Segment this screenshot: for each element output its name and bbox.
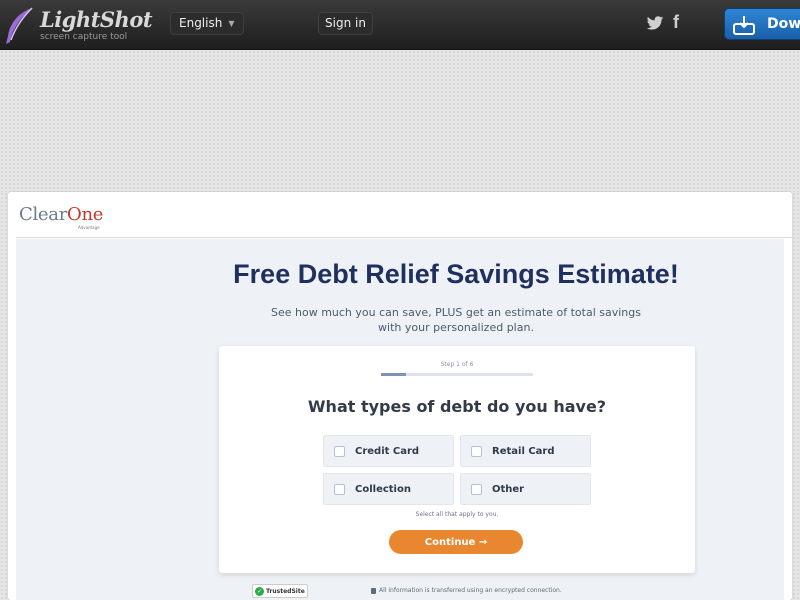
lightshot-topbar: LightShot screen capture tool English ▼ … [0, 0, 800, 50]
language-select[interactable]: English ▼ [170, 12, 244, 35]
chevron-down-icon: ▼ [228, 19, 235, 28]
screenshot-frame: ClearOne Advantage Free Debt Relief Savi… [8, 192, 792, 600]
site-header: ClearOne Advantage [16, 192, 792, 238]
facebook-icon[interactable]: f [673, 12, 679, 33]
option-label: Collection [355, 483, 411, 495]
progress-bar [381, 373, 533, 376]
lightshot-logo[interactable]: LightShot screen capture tool [2, 4, 153, 46]
lock-icon [371, 587, 376, 594]
checkbox[interactable] [471, 483, 482, 495]
select-hint: Select all that apply to you. [415, 511, 499, 518]
feather-icon [6, 7, 33, 44]
checkbox[interactable] [334, 445, 345, 457]
progress-fill [381, 373, 407, 376]
option-credit-card[interactable]: Credit Card [323, 435, 454, 467]
page-title: Free Debt Relief Savings Estimate! [233, 259, 679, 289]
download-icon [733, 16, 755, 35]
option-other[interactable]: Other [460, 473, 591, 505]
language-label: English [179, 16, 223, 30]
option-retail-card[interactable]: Retail Card [460, 435, 591, 467]
logo-subtitle: screen capture tool [40, 32, 128, 42]
question-title: What types of debt do you have? [307, 397, 607, 416]
option-collection[interactable]: Collection [323, 473, 454, 505]
brand-main: Clear [19, 204, 68, 225]
option-label: Other [492, 483, 525, 495]
background-pattern [0, 50, 800, 192]
main-content: Free Debt Relief Savings Estimate! See h… [16, 239, 784, 600]
continue-button[interactable]: Continue → [389, 530, 523, 554]
option-label: Credit Card [355, 445, 420, 457]
option-label: Retail Card [492, 445, 555, 457]
step-indicator: Step 1 of 6 [440, 361, 474, 368]
signin-button[interactable]: Sign in [318, 12, 373, 35]
secure-text: All information is transferred using an … [379, 587, 562, 594]
trustedsite-label: TrustedSite [266, 587, 305, 595]
page-subtitle: See how much you can save, PLUS get an e… [270, 306, 641, 334]
twitter-icon[interactable] [646, 14, 664, 32]
form-card: Step 1 of 6 What types of debt do you ha… [219, 346, 695, 573]
checkmark-icon: ✓ [255, 586, 264, 596]
brand-subtitle: Advantage [78, 225, 100, 230]
download-button[interactable]: Down [724, 8, 800, 40]
brand-logo[interactable]: ClearOne [19, 204, 103, 225]
checkbox[interactable] [471, 445, 482, 457]
brand-accent: One [67, 204, 104, 225]
checkbox[interactable] [334, 483, 345, 495]
secure-note: All information is transferred using an … [371, 587, 562, 594]
trustedsite-badge[interactable]: ✓ TrustedSite [252, 584, 308, 598]
download-label: Down [767, 16, 800, 32]
logo-title: LightShot [40, 7, 153, 32]
